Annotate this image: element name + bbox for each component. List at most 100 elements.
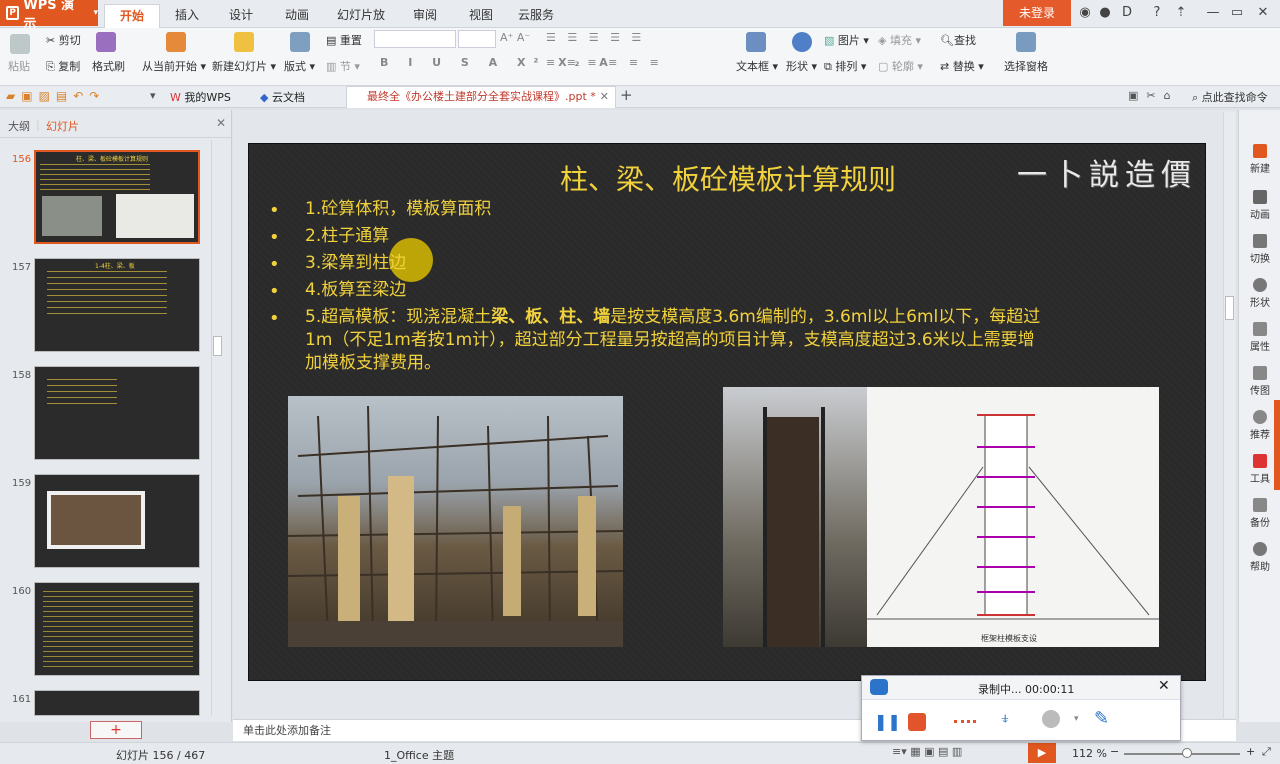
annotate-pen-icon[interactable]: ✎ [1094,708,1109,729]
tab-design[interactable]: 设计 [224,4,258,26]
tab-slideshow[interactable]: 幻灯片放映 [332,4,390,44]
new-tab-button[interactable]: + [620,86,633,104]
camera-icon[interactable] [1042,710,1060,728]
shape-icon[interactable] [792,32,812,52]
picture-button[interactable]: ▧ 图片 ▾ [824,32,869,48]
bullet-text-4[interactable]: 4.板算至梁边 [305,279,406,302]
font-grow-button[interactable]: A⁺ A⁻ [500,31,530,44]
cut-button[interactable]: ✂ 剪切 [46,32,81,48]
select-pane-button[interactable]: 选择窗格 [1004,58,1048,74]
maximize-icon[interactable]: ▭ [1228,4,1246,22]
layout-button[interactable]: 版式 ▾ [284,58,315,74]
fill-button[interactable]: ◈ 填充 ▾ [878,32,921,48]
font-name-select[interactable] [374,30,456,48]
minimize-icon[interactable]: — [1204,4,1222,22]
login-button[interactable]: 未登录 [1003,0,1071,26]
slide-thumb-161[interactable] [34,690,200,716]
slide-panel-scrollbar[interactable] [211,140,223,716]
close-panel-icon[interactable]: ✕ [216,116,226,130]
text-box-icon[interactable] [746,32,766,52]
select-pane-icon[interactable] [1016,32,1036,52]
add-slide-button[interactable]: + [90,721,142,739]
tab-animation[interactable]: 动画 [280,4,314,26]
chevron-down-icon[interactable]: ▾ [1074,714,1079,724]
bullet-text-3[interactable]: 3.梁算到柱边 [305,252,406,275]
play-slideshow-button[interactable]: ▶ [1028,743,1056,763]
stop-button[interactable] [908,713,926,731]
outline-button[interactable]: ▢ 轮廓 ▾ [878,58,923,74]
bullet-text-1[interactable]: 1.砼算体积，模板算面积 [305,198,491,221]
tab-insert[interactable]: 插入 [170,4,204,26]
document-tab[interactable]: 最终全《办公楼土建部分全套实战课程》.ppt * ✕ [346,86,616,108]
help-button[interactable]: 帮助 [1239,542,1280,573]
wps-app-menu-button[interactable]: P WPS 演示 ▾ [0,0,98,32]
slide-thumb-158[interactable] [34,366,200,460]
replace-button[interactable]: ⇄ 替换 ▾ [940,58,984,74]
tab-view[interactable]: 视图 [464,4,498,26]
bullet-text-5[interactable]: 5.超高模板：现浇混凝土梁、板、柱、墙是按支模高度3.6m编制的，3.6ml以上… [305,306,1155,375]
slide-thumb-160[interactable] [34,582,200,676]
close-icon[interactable]: ✕ [1254,4,1272,22]
format-painter-button[interactable]: 格式刷 [92,58,125,74]
new-button[interactable]: 新建 [1239,144,1280,175]
bullet-text-2[interactable]: 2.柱子通算 [305,225,389,248]
arrange-button[interactable]: ⧉ 排列 ▾ [824,58,866,74]
backup-button[interactable]: 备份 [1239,498,1280,529]
chevron-down-icon[interactable]: ▾ [150,89,156,102]
window-tools[interactable]: ▣✂⌂ [1128,89,1179,102]
shape-panel-button[interactable]: 形状 [1239,278,1280,309]
new-slide-button[interactable]: 新建幻灯片 ▾ [212,58,276,74]
properties-button[interactable]: 属性 [1239,322,1280,353]
tab-home[interactable]: 开始 [104,4,160,28]
cloud-doc-tab[interactable]: ◆ 云文档 [260,89,305,105]
skin-icon[interactable]: ◉ [1076,4,1094,22]
settings-icon[interactable]: ● [1096,4,1114,22]
tab-outline[interactable]: 大纲 [8,118,30,134]
tab-slides[interactable]: 幻灯片 [46,118,79,134]
column-formwork-diagram[interactable]: 框架柱模板支设 [723,387,1159,647]
paste-icon[interactable] [10,34,30,54]
paste-button[interactable]: 粘贴 [8,58,30,74]
layout-icon[interactable] [290,32,310,52]
fit-window-icon[interactable]: ⤢ [1262,745,1271,759]
slide-thumb-159[interactable] [34,474,200,568]
panel-collapse-handle[interactable] [1274,400,1280,490]
copy-button[interactable]: ⎘ 复制 [46,58,80,74]
find-command-box[interactable]: ⌕ 点此查找命令 [1192,89,1268,105]
format-painter-icon[interactable] [96,32,116,52]
zoom-out-button[interactable]: − [1110,745,1119,758]
new-slide-icon[interactable] [234,32,254,52]
quick-access-toolbar[interactable]: ▰▣▨▤↶↷ [6,89,105,103]
pause-button[interactable]: ❚❚ [874,712,901,731]
reset-button[interactable]: ▤ 重置 [326,32,362,48]
restore-icon[interactable]: ⇡ [1172,4,1190,22]
slide-thumb-156[interactable]: 柱、梁、板砼模板计算规则 [34,150,200,244]
paragraph-buttons[interactable]: ☰ ☰ ☰ ☰ ☰ [546,31,645,44]
tab-cloud[interactable]: 云服务 [514,4,558,26]
screen-recorder-widget[interactable]: 录制中... 00:00:11 ✕ ❚❚ ⍖ ▾ ✎ [861,675,1181,741]
slide-canvas[interactable]: 柱、梁、板砼模板计算规则 一卜説造價 • 1.砼算体积，模板算面积 • 2.柱子… [248,143,1206,681]
slide-thumb-157[interactable]: 1-4柱、梁、板 [34,258,200,352]
my-wps-tab[interactable]: W 我的WPS [170,89,231,105]
transition-button[interactable]: 切换 [1239,234,1280,265]
close-tab-icon[interactable]: ✕ [600,87,609,107]
from-current-button[interactable]: 从当前开始 ▾ [142,58,206,74]
font-size-select[interactable] [458,30,496,48]
upload-image-button[interactable]: 传图 [1239,366,1280,397]
tab-review[interactable]: 审阅 [408,4,442,26]
share-icon[interactable]: D [1118,4,1136,22]
pen-pointer-icon[interactable]: ⍖ [1000,708,1011,729]
zoom-in-button[interactable]: + [1246,745,1255,758]
close-recorder-icon[interactable]: ✕ [1158,678,1170,694]
section-button[interactable]: ▥ 节 ▾ [326,58,360,74]
text-box-button[interactable]: 文本框 ▾ [736,58,778,74]
slide-scrollbar[interactable] [1223,112,1235,718]
animation-button[interactable]: 动画 [1239,190,1280,221]
play-from-current-icon[interactable] [166,32,186,52]
find-button[interactable]: 🔍︎查找 [940,32,976,48]
shape-button[interactable]: 形状 ▾ [786,58,817,74]
formwork-site-photo[interactable] [288,396,623,647]
help-icon[interactable]: ? [1148,4,1166,22]
view-mode-icons[interactable]: ≡▾ ▦ ▣ ▤ ▥ [892,745,962,758]
align-buttons[interactable]: ≡ ≡ ≡ ≡ ≡ ≡ [546,56,663,69]
